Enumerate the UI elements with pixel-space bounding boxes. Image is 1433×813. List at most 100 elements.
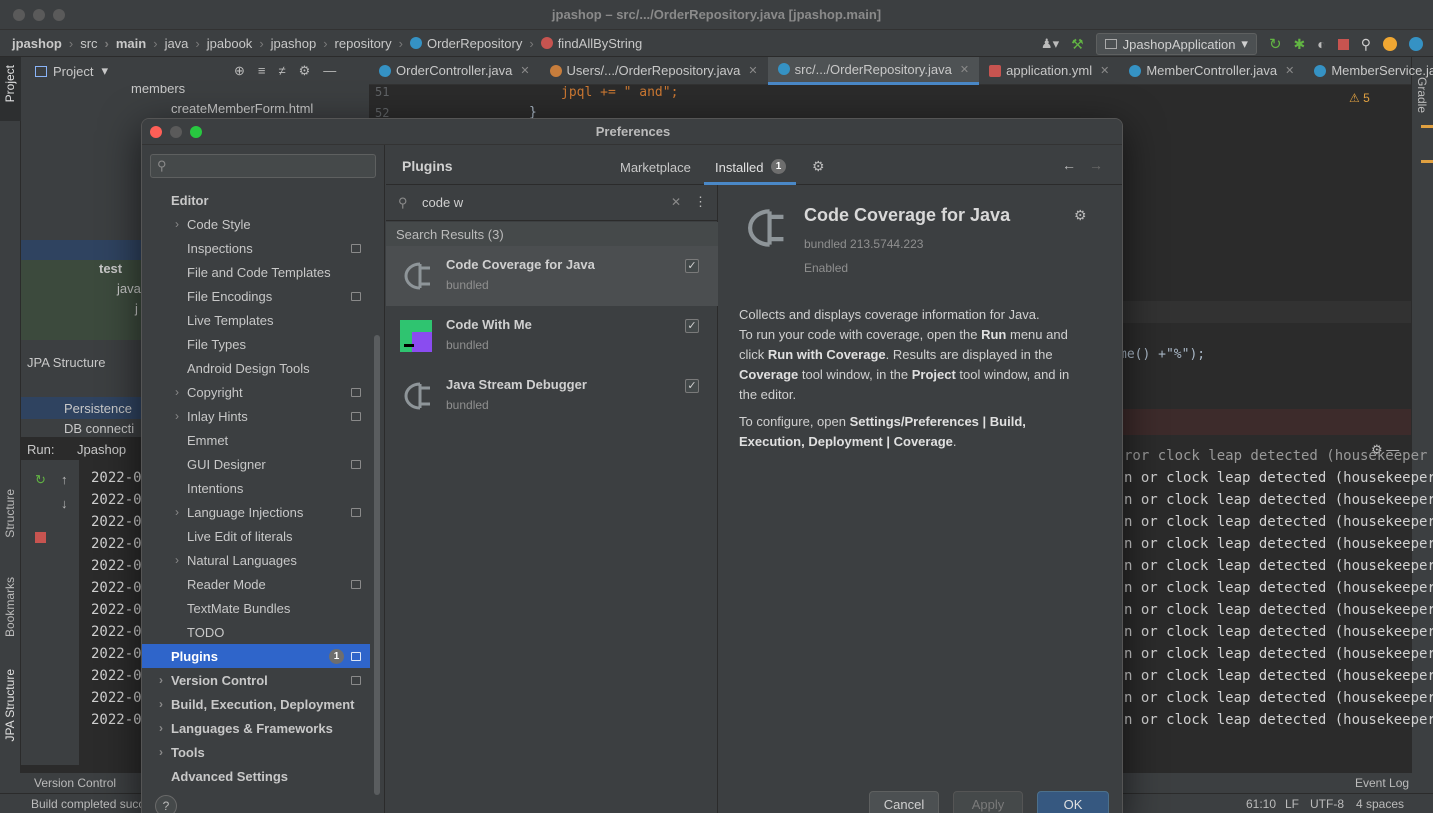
- close-icon[interactable]: ✕: [1285, 64, 1294, 77]
- settings-item-inspections[interactable]: Inspections: [142, 236, 370, 260]
- run-configuration-select[interactable]: JpashopApplication ▾: [1095, 33, 1257, 55]
- tool-structure[interactable]: Structure: [3, 489, 17, 538]
- breadcrumb-item[interactable]: OrderRepository: [392, 36, 522, 51]
- help-button[interactable]: ?: [155, 795, 177, 813]
- run-tab[interactable]: Jpashop: [77, 442, 126, 457]
- file-encoding[interactable]: UTF-8: [1310, 797, 1344, 811]
- settings-item-build-execution-deployment[interactable]: › Build, Execution, Deployment: [142, 692, 370, 716]
- settings-search-input[interactable]: ⚲: [150, 154, 376, 178]
- editor-tab[interactable]: MemberService.java: [1304, 57, 1433, 85]
- warnings-count[interactable]: ⚠ 5: [1349, 91, 1370, 105]
- jetbrains-icon[interactable]: [1409, 37, 1423, 51]
- plugin-row-code-coverage[interactable]: Code Coverage for Java bundled ✓: [386, 246, 718, 306]
- editor-tab[interactable]: application.yml ✕: [979, 57, 1119, 85]
- chevron-right-icon[interactable]: ›: [175, 385, 179, 399]
- settings-item-gui-designer[interactable]: GUI Designer: [142, 452, 370, 476]
- plugin-enabled-checkbox[interactable]: ✓: [685, 259, 699, 273]
- ok-button[interactable]: OK: [1037, 791, 1109, 813]
- settings-item-version-control[interactable]: › Version Control: [142, 668, 370, 692]
- plugin-enabled-checkbox[interactable]: ✓: [685, 379, 699, 393]
- settings-item-languages-frameworks[interactable]: › Languages & Frameworks: [142, 716, 370, 740]
- plugin-row-java-stream-debugger[interactable]: Java Stream Debugger bundled ✓: [386, 366, 718, 426]
- clear-search-icon[interactable]: ✕: [671, 195, 681, 209]
- jpa-item-db[interactable]: DB connecti: [64, 421, 134, 436]
- project-panel-title[interactable]: Project: [53, 64, 93, 79]
- settings-item-textmate-bundles[interactable]: TextMate Bundles: [142, 596, 370, 620]
- user-icon[interactable]: ♟▾: [1041, 36, 1059, 52]
- tree-item-file[interactable]: createMemberForm.html: [171, 101, 313, 116]
- chevron-right-icon[interactable]: ›: [159, 745, 163, 759]
- apply-button[interactable]: Apply: [953, 791, 1023, 813]
- settings-item-editor[interactable]: Editor: [142, 188, 370, 212]
- settings-item-tools[interactable]: › Tools: [142, 740, 370, 764]
- breadcrumb-item[interactable]: repository: [316, 36, 392, 51]
- down-arrow-icon[interactable]: ↓: [61, 496, 68, 511]
- search-icon[interactable]: ⚲: [1361, 36, 1371, 53]
- tool-project[interactable]: Project: [3, 65, 17, 102]
- gear-icon[interactable]: ⚙: [812, 158, 825, 175]
- close-icon[interactable]: ✕: [1100, 64, 1109, 77]
- cancel-button[interactable]: Cancel: [869, 791, 939, 813]
- plugin-enabled-checkbox[interactable]: ✓: [685, 319, 699, 333]
- chevron-right-icon[interactable]: ›: [159, 697, 163, 711]
- plugin-search-field[interactable]: ⚲ code w ✕ ⋮: [386, 185, 718, 221]
- caret-position[interactable]: 61:10: [1246, 797, 1276, 811]
- settings-item-language-injections[interactable]: › Language Injections: [142, 500, 370, 524]
- settings-item-advanced-settings[interactable]: Advanced Settings: [142, 764, 370, 788]
- gear-icon[interactable]: ⚙: [1074, 207, 1087, 224]
- breadcrumb-item[interactable]: findAllByString: [522, 36, 642, 51]
- indent-setting[interactable]: 4 spaces: [1356, 797, 1404, 811]
- settings-item-file-encodings[interactable]: File Encodings: [142, 284, 370, 308]
- stop-icon[interactable]: [35, 532, 46, 543]
- plugin-row-code-with-me[interactable]: Code With Me bundled ✓: [386, 306, 718, 366]
- chevron-down-icon[interactable]: ▾: [101, 63, 108, 79]
- breadcrumb-item[interactable]: jpashop: [12, 36, 62, 51]
- jpa-item-persistence[interactable]: Persistence: [64, 401, 132, 416]
- close-icon[interactable]: ✕: [748, 64, 757, 77]
- coverage-icon[interactable]: ◐: [1317, 36, 1325, 52]
- breadcrumb-item[interactable]: java: [146, 36, 189, 51]
- settings-item-todo[interactable]: TODO: [142, 620, 370, 644]
- rerun-icon[interactable]: ↻: [35, 472, 46, 488]
- settings-item-file-types[interactable]: File Types: [142, 332, 370, 356]
- settings-item-reader-mode[interactable]: Reader Mode: [142, 572, 370, 596]
- updates-icon[interactable]: [1383, 37, 1397, 51]
- breadcrumb-item[interactable]: src: [62, 36, 97, 51]
- close-icon[interactable]: ✕: [960, 63, 969, 76]
- breadcrumb-item[interactable]: main: [98, 36, 146, 51]
- tab-marketplace[interactable]: Marketplace: [620, 160, 691, 175]
- event-log-tool[interactable]: Event Log: [1355, 776, 1409, 790]
- more-options-icon[interactable]: ⋮: [694, 194, 707, 210]
- version-control-tool[interactable]: Version Control: [34, 776, 116, 790]
- settings-item-plugins[interactable]: Plugins 1: [142, 644, 370, 668]
- settings-item-emmet[interactable]: Emmet: [142, 428, 370, 452]
- settings-item-code-style[interactable]: › Code Style: [142, 212, 370, 236]
- build-hammer-icon[interactable]: ⚒: [1071, 36, 1084, 53]
- sidebar-scrollbar[interactable]: [374, 335, 380, 795]
- editor-tab-active[interactable]: src/.../OrderRepository.java ✕: [767, 56, 980, 85]
- settings-item-live-templates[interactable]: Live Templates: [142, 308, 370, 332]
- close-icon[interactable]: ✕: [520, 64, 529, 77]
- status-message[interactable]: Build completed succ: [31, 797, 144, 811]
- settings-item-live-edit-of-literals[interactable]: Live Edit of literals: [142, 524, 370, 548]
- chevron-right-icon[interactable]: ›: [159, 721, 163, 735]
- chevron-right-icon[interactable]: ›: [175, 217, 179, 231]
- chevron-right-icon[interactable]: ›: [159, 673, 163, 687]
- editor-tab[interactable]: MemberController.java ✕: [1119, 57, 1304, 85]
- chevron-right-icon[interactable]: ›: [175, 505, 179, 519]
- debug-icon[interactable]: ✱: [1294, 36, 1306, 53]
- up-arrow-icon[interactable]: ↑: [61, 472, 68, 487]
- project-toolbar-icons[interactable]: ⊕≡≠⚙—: [234, 63, 349, 79]
- editor-tab[interactable]: OrderController.java ✕: [369, 57, 540, 85]
- tab-installed[interactable]: Installed 1: [704, 145, 796, 185]
- chevron-right-icon[interactable]: ›: [175, 409, 179, 423]
- stop-icon[interactable]: [1337, 38, 1349, 50]
- back-arrow-icon[interactable]: ←: [1062, 157, 1076, 173]
- rerun-icon[interactable]: ↻: [1269, 35, 1282, 53]
- tree-item-test[interactable]: test: [99, 261, 122, 276]
- tool-bookmarks[interactable]: Bookmarks: [3, 577, 17, 637]
- settings-item-android-design-tools[interactable]: Android Design Tools: [142, 356, 370, 380]
- chevron-right-icon[interactable]: ›: [175, 553, 179, 567]
- settings-item-intentions[interactable]: Intentions: [142, 476, 370, 500]
- settings-item-file-and-code-templates[interactable]: File and Code Templates: [142, 260, 370, 284]
